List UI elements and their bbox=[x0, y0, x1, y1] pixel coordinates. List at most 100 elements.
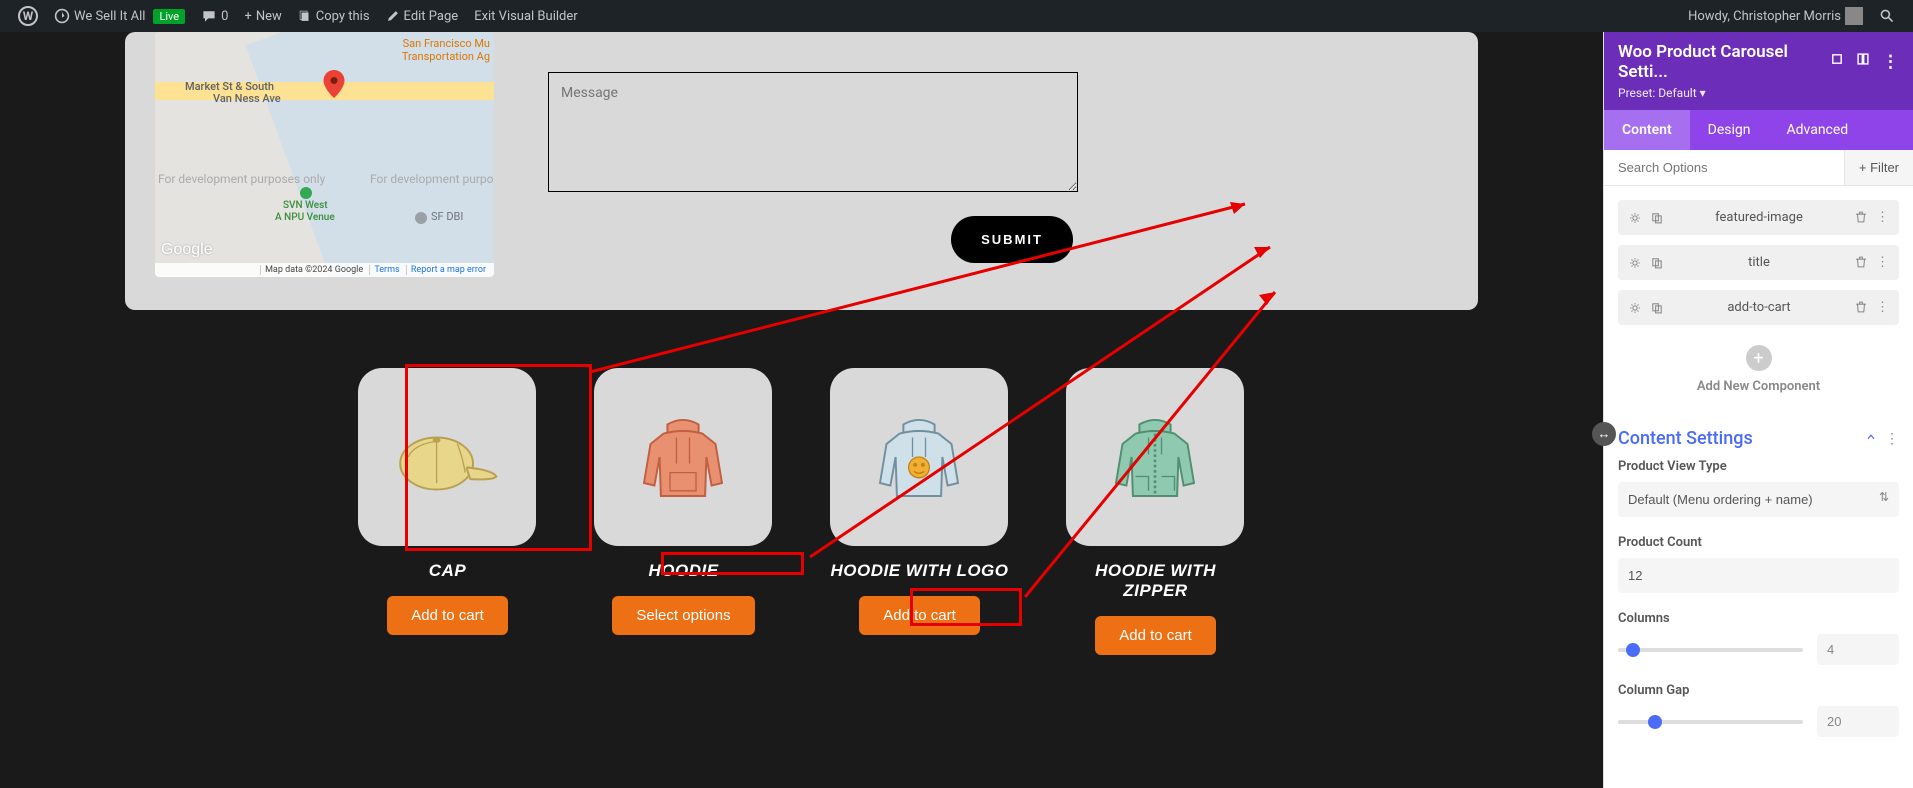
contact-form: SUBMIT bbox=[548, 32, 1108, 263]
new-link[interactable]: + New bbox=[236, 9, 289, 24]
gear-icon[interactable] bbox=[1628, 211, 1642, 225]
product-carousel: CAP Add to cart HOODIE Select options bbox=[125, 335, 1478, 688]
submit-button[interactable]: SUBMIT bbox=[951, 216, 1073, 263]
field-columns: Columns bbox=[1618, 611, 1899, 665]
field-label: Product Count bbox=[1618, 535, 1899, 550]
kebab-icon[interactable]: ⋮ bbox=[1876, 210, 1889, 225]
component-item-featured-image[interactable]: featured-image ⋮ bbox=[1618, 200, 1899, 235]
map-poi-label: Transportation Ag bbox=[402, 50, 490, 63]
comment-count: 0 bbox=[221, 9, 228, 24]
preset-selector[interactable]: Preset: Default ▾ bbox=[1618, 86, 1899, 100]
chevron-up-icon bbox=[1865, 431, 1877, 443]
content-settings-toggle[interactable]: Content Settings ⋮ bbox=[1618, 418, 1899, 459]
panel-header: Woo Product Carousel Setti... ⋮ Preset: … bbox=[1604, 32, 1913, 110]
dashboard-icon bbox=[54, 8, 70, 24]
field-product-count: Product Count bbox=[1618, 535, 1899, 593]
kebab-icon[interactable]: ⋮ bbox=[1882, 52, 1899, 72]
wp-logo[interactable]: W bbox=[10, 6, 46, 26]
map-terms-link[interactable]: Terms bbox=[369, 265, 403, 275]
kebab-icon[interactable]: ⋮ bbox=[1876, 255, 1889, 270]
search-toggle[interactable] bbox=[1871, 8, 1903, 24]
hoodie-zipper-illustration bbox=[1090, 392, 1220, 522]
product-image[interactable] bbox=[1066, 368, 1244, 546]
add-to-cart-button[interactable]: Add to cart bbox=[387, 596, 508, 635]
edit-label: Edit Page bbox=[404, 9, 459, 24]
comment-icon bbox=[201, 8, 217, 24]
trash-icon[interactable] bbox=[1854, 210, 1868, 224]
columns-input[interactable] bbox=[1817, 634, 1899, 665]
settings-panel: Woo Product Carousel Setti... ⋮ Preset: … bbox=[1603, 32, 1913, 788]
filter-button[interactable]: + Filter bbox=[1844, 150, 1913, 185]
trash-icon[interactable] bbox=[1854, 300, 1868, 314]
map-report-link[interactable]: Report a map error bbox=[406, 265, 490, 275]
add-component-button[interactable]: + bbox=[1746, 345, 1772, 371]
copy-link[interactable]: Copy this bbox=[290, 9, 378, 24]
map-dev-text: For development purposes only bbox=[158, 172, 325, 186]
product-image[interactable] bbox=[358, 368, 536, 546]
kebab-icon[interactable]: ⋮ bbox=[1885, 431, 1899, 447]
field-label: Column Gap bbox=[1618, 683, 1899, 698]
component-label: add-to-cart bbox=[1664, 300, 1854, 315]
duplicate-icon[interactable] bbox=[1650, 256, 1664, 270]
columns-slider[interactable] bbox=[1618, 648, 1803, 652]
new-label: New bbox=[256, 9, 282, 24]
google-map[interactable]: San Francisco Mu Transportation Ag Marke… bbox=[155, 32, 494, 277]
site-name-link[interactable]: We Sell It All Live bbox=[46, 8, 193, 24]
add-component: + Add New Component bbox=[1618, 335, 1899, 404]
howdy-text: Howdy, Christopher Morris bbox=[1688, 9, 1841, 24]
component-item-add-to-cart[interactable]: add-to-cart ⋮ bbox=[1618, 290, 1899, 325]
column-gap-input[interactable] bbox=[1817, 706, 1899, 737]
tab-advanced[interactable]: Advanced bbox=[1769, 110, 1867, 150]
product-count-input[interactable] bbox=[1618, 558, 1899, 593]
wp-admin-bar: W We Sell It All Live 0 + New Copy this … bbox=[0, 0, 1913, 32]
columns-icon[interactable] bbox=[1856, 52, 1870, 66]
edit-page-link[interactable]: Edit Page bbox=[378, 9, 467, 24]
product-image[interactable] bbox=[594, 368, 772, 546]
add-to-cart-button[interactable]: Add to cart bbox=[1095, 616, 1216, 655]
comments-link[interactable]: 0 bbox=[193, 8, 236, 24]
component-item-title[interactable]: title ⋮ bbox=[1618, 245, 1899, 280]
panel-title-text: Woo Product Carousel Setti... bbox=[1618, 42, 1830, 82]
panel-search-row: + Filter bbox=[1604, 150, 1913, 186]
kebab-icon[interactable]: ⋮ bbox=[1876, 300, 1889, 315]
product-title: HOODIE WITH LOGO bbox=[830, 561, 1010, 581]
gear-icon[interactable] bbox=[1628, 301, 1642, 315]
map-poi-label: SVN West bbox=[283, 200, 328, 211]
message-textarea[interactable] bbox=[548, 72, 1078, 192]
panel-tabs: Content Design Advanced bbox=[1604, 110, 1913, 150]
product-image[interactable] bbox=[830, 368, 1008, 546]
field-column-gap: Column Gap bbox=[1618, 683, 1899, 737]
expand-icon[interactable] bbox=[1830, 52, 1844, 66]
panel-resize-handle[interactable] bbox=[1592, 422, 1616, 446]
map-poi-label: San Francisco Mu bbox=[403, 37, 490, 50]
exit-label: Exit Visual Builder bbox=[474, 9, 577, 24]
contact-section: San Francisco Mu Transportation Ag Marke… bbox=[125, 32, 1478, 310]
add-to-cart-button[interactable]: Add to cart bbox=[859, 596, 980, 635]
duplicate-icon[interactable] bbox=[1650, 211, 1664, 225]
live-badge: Live bbox=[153, 9, 185, 24]
howdy-link[interactable]: Howdy, Christopher Morris bbox=[1680, 7, 1871, 25]
content-settings-section: Content Settings ⋮ Product View Type Def… bbox=[1604, 418, 1913, 755]
map-dev-text: For development purpo bbox=[370, 172, 493, 186]
field-view-type: Product View Type Default (Menu ordering… bbox=[1618, 459, 1899, 517]
tab-design[interactable]: Design bbox=[1690, 110, 1769, 150]
map-mapdata: Map data ©2024 Google bbox=[260, 265, 367, 275]
google-logo: Google bbox=[161, 241, 213, 259]
search-input[interactable] bbox=[1604, 150, 1844, 185]
exit-builder-link[interactable]: Exit Visual Builder bbox=[466, 9, 585, 24]
pencil-icon bbox=[386, 9, 400, 23]
plus-icon: + bbox=[244, 9, 251, 24]
trash-icon[interactable] bbox=[1854, 255, 1868, 269]
tab-content[interactable]: Content bbox=[1604, 110, 1690, 150]
gear-icon[interactable] bbox=[1628, 256, 1642, 270]
product-card-hoodie-zipper: HOODIE WITH ZIPPER Add to cart bbox=[1066, 368, 1246, 655]
view-type-select[interactable]: Default (Menu ordering + name) bbox=[1618, 482, 1899, 517]
column-gap-slider[interactable] bbox=[1618, 720, 1803, 724]
map-pin-icon bbox=[320, 67, 348, 101]
select-options-button[interactable]: Select options bbox=[612, 596, 754, 635]
field-label: Columns bbox=[1618, 611, 1899, 626]
copy-icon bbox=[298, 9, 312, 23]
site-name: We Sell It All bbox=[74, 9, 145, 24]
copy-label: Copy this bbox=[316, 9, 370, 24]
duplicate-icon[interactable] bbox=[1650, 301, 1664, 315]
